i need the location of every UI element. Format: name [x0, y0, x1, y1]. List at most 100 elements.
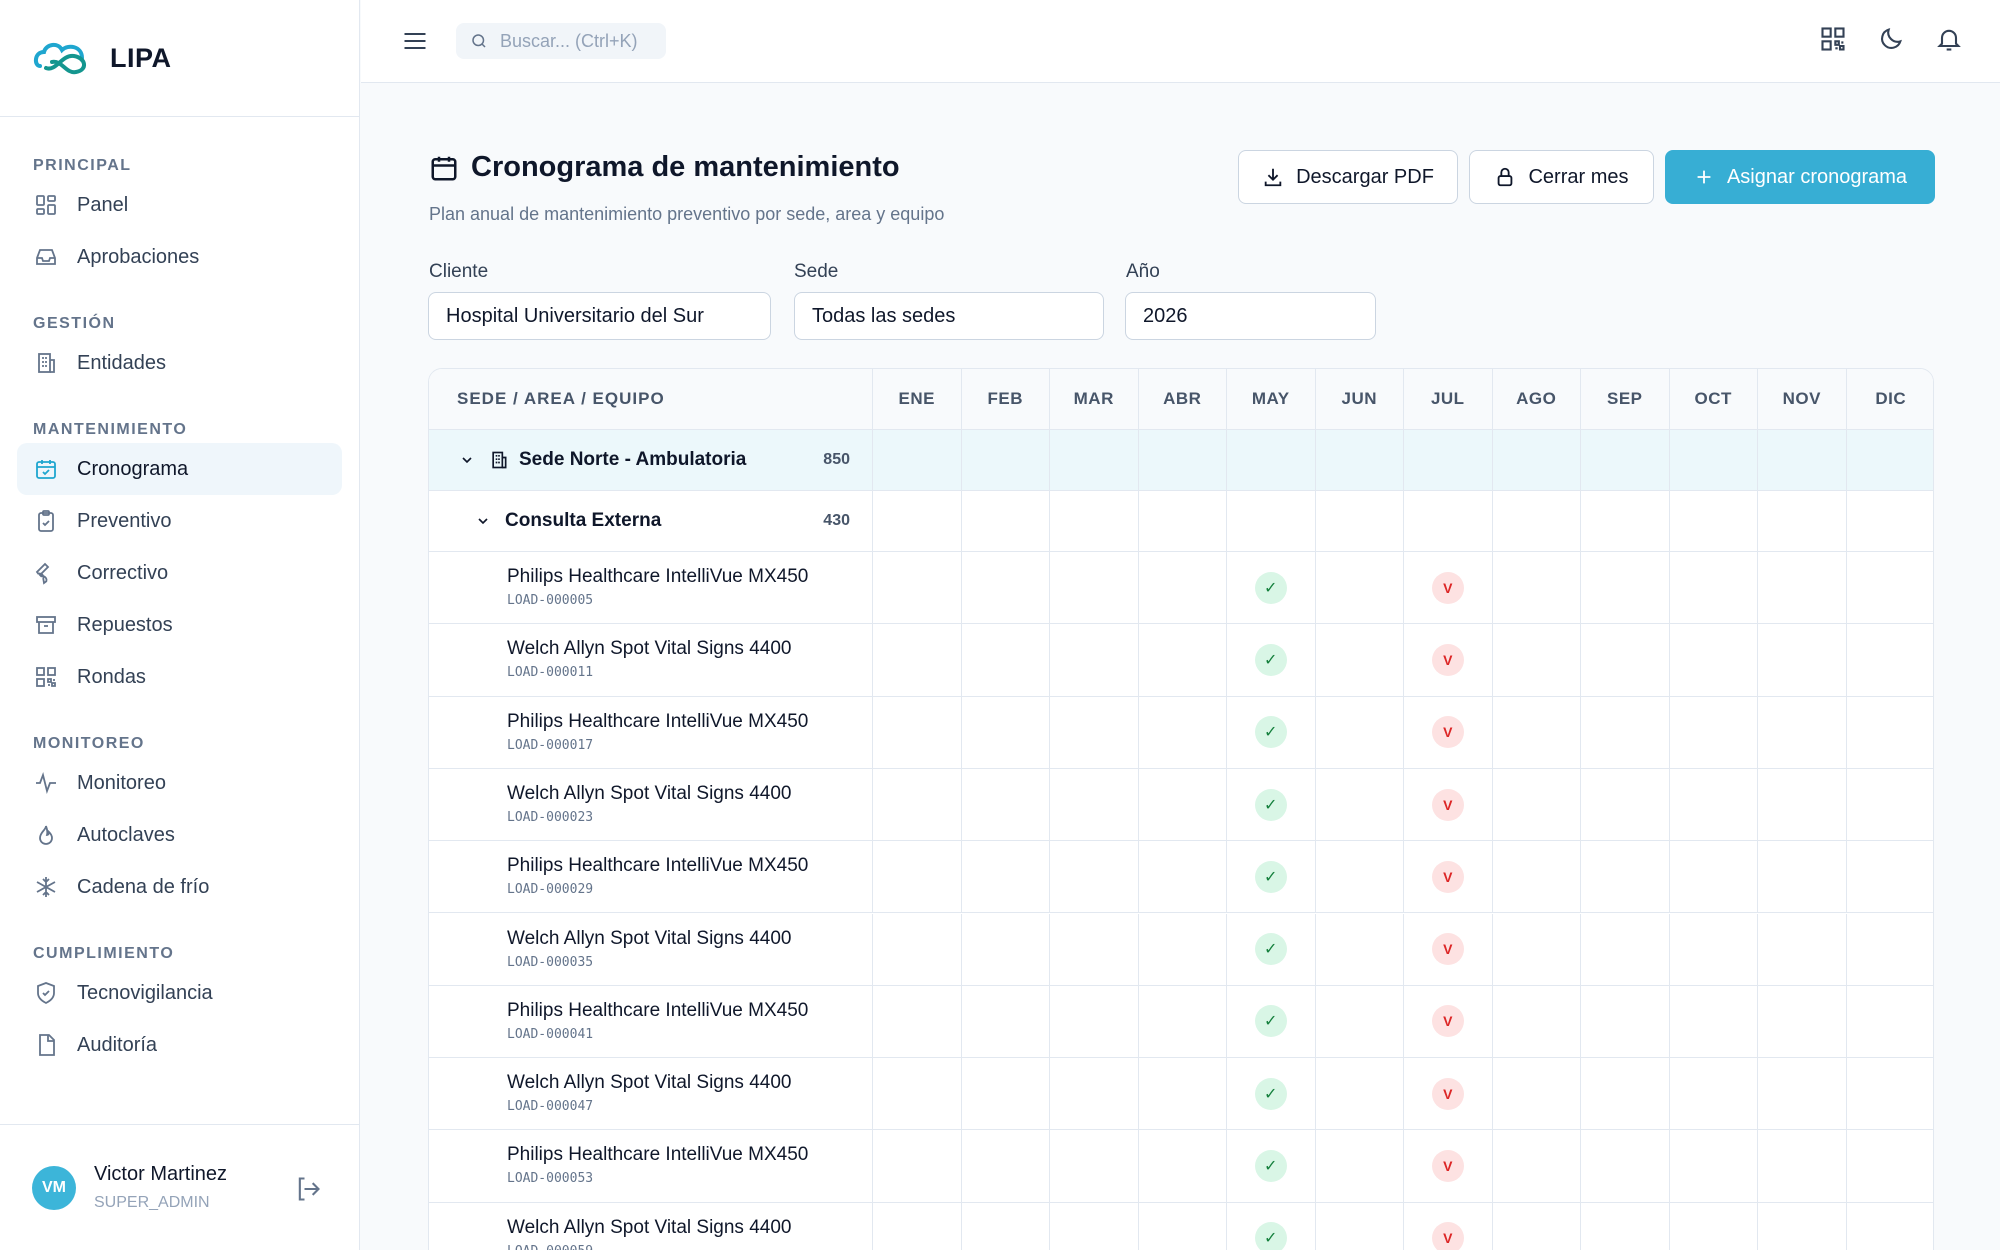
month-cell[interactable]	[1581, 696, 1670, 768]
month-cell[interactable]	[1139, 624, 1227, 696]
table-row[interactable]: Philips Healthcare IntelliVue MX450 LOAD-…	[429, 985, 1933, 1059]
sidebar-item-aprobaciones[interactable]: Aprobaciones	[17, 231, 342, 283]
month-cell[interactable]	[873, 1058, 962, 1130]
month-cell[interactable]: ✓	[1227, 768, 1316, 841]
month-cell[interactable]	[1670, 624, 1758, 696]
month-cell[interactable]	[962, 913, 1050, 985]
month-cell[interactable]	[1670, 985, 1758, 1058]
sidebar-item-entidades[interactable]: Entidades	[17, 337, 342, 389]
month-cell[interactable]	[1050, 1130, 1139, 1202]
status-overdue-badge[interactable]: V	[1431, 1222, 1464, 1250]
month-cell[interactable]: V	[1404, 841, 1493, 913]
equipment-name[interactable]: Welch Allyn Spot Vital Signs 4400	[507, 1217, 791, 1239]
sidebar-item-autoclaves[interactable]: Autoclaves	[17, 809, 342, 861]
month-cell[interactable]	[1758, 552, 1847, 624]
bell-icon[interactable]	[1935, 25, 1963, 53]
status-overdue-badge[interactable]: V	[1431, 933, 1464, 966]
search-input[interactable]: Buscar... (Ctrl+K)	[456, 23, 666, 59]
month-cell[interactable]	[1493, 624, 1581, 696]
sidebar-item-panel[interactable]: Panel	[17, 179, 342, 231]
brand[interactable]: LIPA	[0, 0, 359, 117]
month-cell[interactable]	[1581, 768, 1670, 841]
month-cell[interactable]	[1316, 624, 1404, 696]
month-cell[interactable]	[1581, 1058, 1670, 1130]
area-row[interactable]: Consulta Externa 430	[429, 491, 1933, 552]
month-cell[interactable]	[1050, 768, 1139, 841]
month-cell[interactable]	[873, 552, 962, 624]
month-cell[interactable]	[962, 1058, 1050, 1130]
month-cell[interactable]	[1493, 1130, 1581, 1202]
month-cell[interactable]	[962, 696, 1050, 768]
equipment-name[interactable]: Welch Allyn Spot Vital Signs 4400	[507, 1072, 791, 1094]
month-cell[interactable]	[1758, 1202, 1847, 1250]
month-cell[interactable]: ✓	[1227, 696, 1316, 768]
month-cell[interactable]	[1050, 1202, 1139, 1250]
month-cell[interactable]	[962, 1202, 1050, 1250]
table-row[interactable]: Welch Allyn Spot Vital Signs 4400 LOAD-00…	[429, 1202, 1934, 1250]
month-cell[interactable]	[1758, 1058, 1847, 1130]
month-cell[interactable]	[962, 985, 1050, 1058]
month-cell[interactable]	[1316, 1058, 1404, 1130]
equipment-name[interactable]: Philips Healthcare IntelliVue MX450	[507, 855, 808, 877]
month-cell[interactable]	[1581, 624, 1670, 696]
month-cell[interactable]	[1758, 1130, 1847, 1202]
assign-schedule-button[interactable]: Asignar cronograma	[1665, 150, 1935, 204]
month-cell[interactable]	[1847, 1058, 1934, 1129]
status-done-badge[interactable]: ✓	[1254, 643, 1287, 676]
sede-row[interactable]: Sede Norte - Ambulatoria 850	[429, 430, 1933, 491]
month-cell[interactable]: ✓	[1227, 841, 1316, 913]
menu-icon[interactable]	[401, 27, 429, 55]
equipment-name[interactable]: Welch Allyn Spot Vital Signs 4400	[507, 783, 791, 805]
month-cell[interactable]	[1316, 1130, 1404, 1202]
sidebar-item-cadena-frio[interactable]: Cadena de frío	[17, 861, 342, 913]
month-cell[interactable]	[1758, 768, 1847, 841]
month-cell[interactable]	[1847, 841, 1934, 912]
month-cell[interactable]	[1050, 985, 1139, 1058]
month-cell[interactable]	[1670, 696, 1758, 768]
month-cell[interactable]	[1847, 1203, 1934, 1250]
month-cell[interactable]: ✓	[1227, 985, 1316, 1058]
chevron-down-icon[interactable]	[475, 513, 491, 529]
month-cell[interactable]: ✓	[1227, 1130, 1316, 1202]
month-cell[interactable]	[1847, 769, 1934, 840]
table-row[interactable]: Welch Allyn Spot Vital Signs 4400 LOAD-00…	[429, 913, 1934, 986]
month-cell[interactable]: ✓	[1227, 552, 1316, 624]
table-row[interactable]: Welch Allyn Spot Vital Signs 4400 LOAD-00…	[429, 624, 1933, 697]
sidebar-item-tecnovigilancia[interactable]: Tecnovigilancia	[17, 967, 342, 1019]
month-cell[interactable]	[1316, 552, 1404, 624]
month-cell[interactable]	[1139, 913, 1227, 985]
sidebar-item-correctivo[interactable]: Correctivo	[17, 547, 342, 599]
month-cell[interactable]: V	[1404, 1130, 1493, 1202]
month-cell[interactable]	[1050, 552, 1139, 624]
qr-code-icon[interactable]	[1819, 25, 1847, 53]
month-cell[interactable]	[962, 624, 1050, 696]
month-cell[interactable]	[1847, 914, 1934, 985]
equipment-name[interactable]: Philips Healthcare IntelliVue MX450	[507, 711, 808, 733]
month-cell[interactable]	[1670, 1130, 1758, 1202]
month-cell[interactable]: ✓	[1227, 1202, 1316, 1250]
equipment-name[interactable]: Philips Healthcare IntelliVue MX450	[507, 1000, 808, 1022]
status-done-badge[interactable]: ✓	[1254, 1005, 1287, 1038]
month-cell[interactable]	[1581, 552, 1670, 624]
month-cell[interactable]: V	[1404, 768, 1493, 841]
equipment-name[interactable]: Welch Allyn Spot Vital Signs 4400	[507, 928, 791, 950]
month-cell[interactable]	[873, 768, 962, 841]
status-overdue-badge[interactable]: V	[1431, 1150, 1464, 1183]
month-cell[interactable]	[1139, 768, 1227, 841]
table-row[interactable]: Welch Allyn Spot Vital Signs 4400 LOAD-00…	[429, 1058, 1934, 1131]
avatar[interactable]: VM	[32, 1165, 76, 1210]
status-done-badge[interactable]: ✓	[1254, 788, 1287, 821]
month-cell[interactable]: ✓	[1227, 1058, 1316, 1130]
month-cell[interactable]	[1493, 768, 1581, 841]
month-cell[interactable]	[873, 624, 962, 696]
month-cell[interactable]	[1139, 1202, 1227, 1250]
status-done-badge[interactable]: ✓	[1254, 860, 1287, 893]
chevron-down-icon[interactable]	[459, 452, 475, 468]
status-done-badge[interactable]: ✓	[1254, 1150, 1287, 1183]
month-cell[interactable]	[1139, 841, 1227, 913]
month-cell[interactable]	[1670, 841, 1758, 913]
status-done-badge[interactable]: ✓	[1254, 716, 1287, 749]
moon-icon[interactable]	[1877, 25, 1905, 53]
month-cell[interactable]: V	[1404, 552, 1493, 624]
status-overdue-badge[interactable]: V	[1431, 1005, 1464, 1038]
